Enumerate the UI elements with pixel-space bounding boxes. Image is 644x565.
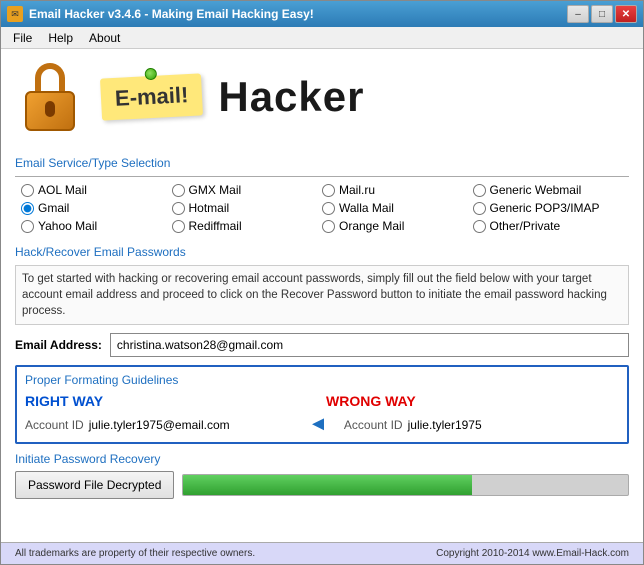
- format-row: RIGHT WAY WRONG WAY: [25, 393, 619, 409]
- service-section: Email Service/Type Selection AOL Mail GM…: [15, 150, 629, 239]
- window-title: Email Hacker v3.4.6 - Making Email Hacki…: [29, 7, 314, 21]
- radio-walla[interactable]: Walla Mail: [322, 201, 473, 215]
- email-note: E-mail!: [100, 73, 203, 120]
- padlock-container: [15, 59, 85, 134]
- format-wrong-way: WRONG WAY: [326, 393, 619, 409]
- radio-other[interactable]: Other/Private: [473, 219, 624, 233]
- decrypt-button[interactable]: Password File Decrypted: [15, 471, 174, 499]
- progress-bar-fill: [183, 475, 472, 495]
- format-section-header: Proper Formating Guidelines: [25, 373, 619, 387]
- menu-help[interactable]: Help: [40, 29, 81, 47]
- progress-bar-container: [182, 474, 629, 496]
- footer-trademark: All trademarks are property of their res…: [15, 548, 255, 559]
- wrong-account-label: Account ID: [344, 418, 403, 432]
- right-account-label: Account ID: [25, 418, 84, 432]
- padlock-icon: [21, 63, 79, 131]
- service-radio-group: AOL Mail GMX Mail Mail.ru Generic Webmai…: [15, 183, 629, 233]
- main-content: E-mail! Hacker Email Service/Type Select…: [1, 49, 643, 542]
- progress-section: Initiate Password Recovery Password File…: [15, 452, 629, 507]
- wrong-account-value: julie.tyler1975: [408, 418, 482, 432]
- radio-gmail[interactable]: Gmail: [21, 201, 172, 215]
- title-bar: ✉ Email Hacker v3.4.6 - Making Email Hac…: [1, 1, 643, 27]
- header-area: E-mail! Hacker: [15, 59, 629, 140]
- progress-row: Password File Decrypted: [15, 471, 629, 499]
- menu-file[interactable]: File: [5, 29, 40, 47]
- hack-section: Hack/Recover Email Passwords To get star…: [15, 239, 629, 333]
- format-example-row: Account ID julie.tyler1975@email.com ◄ A…: [25, 413, 619, 436]
- window-controls: – □ ✕: [567, 5, 637, 23]
- hack-description: To get started with hacking or recoverin…: [15, 265, 629, 325]
- app-icon: ✉: [7, 6, 23, 22]
- email-input[interactable]: [110, 333, 629, 357]
- right-way-label: RIGHT WAY: [25, 393, 103, 409]
- menu-bar: File Help About: [1, 27, 643, 49]
- format-right-way: RIGHT WAY: [25, 393, 318, 409]
- hack-section-header: Hack/Recover Email Passwords: [15, 245, 629, 259]
- note-pin: [144, 67, 157, 80]
- app-window: ✉ Email Hacker v3.4.6 - Making Email Hac…: [0, 0, 644, 565]
- arrow-icon: ◄: [308, 413, 328, 436]
- format-section: Proper Formating Guidelines RIGHT WAY WR…: [15, 365, 629, 444]
- minimize-button[interactable]: –: [567, 5, 589, 23]
- right-account-value: julie.tyler1975@email.com: [89, 418, 230, 432]
- radio-rediffmail[interactable]: Rediffmail: [172, 219, 323, 233]
- radio-hotmail[interactable]: Hotmail: [172, 201, 323, 215]
- radio-pop3[interactable]: Generic POP3/IMAP: [473, 201, 624, 215]
- radio-yahoo[interactable]: Yahoo Mail: [21, 219, 172, 233]
- radio-aol[interactable]: AOL Mail: [21, 183, 172, 197]
- footer: All trademarks are property of their res…: [1, 542, 643, 564]
- menu-about[interactable]: About: [81, 29, 128, 47]
- footer-copyright: Copyright 2010-2014 www.Email-Hack.com: [436, 548, 629, 559]
- radio-gmx[interactable]: GMX Mail: [172, 183, 323, 197]
- radio-orange[interactable]: Orange Mail: [322, 219, 473, 233]
- radio-generic-webmail[interactable]: Generic Webmail: [473, 183, 624, 197]
- maximize-button[interactable]: □: [591, 5, 613, 23]
- progress-section-header: Initiate Password Recovery: [15, 452, 629, 466]
- hacker-title: Hacker: [218, 73, 364, 121]
- email-label: Email Address:: [15, 338, 102, 352]
- radio-mailru[interactable]: Mail.ru: [322, 183, 473, 197]
- wrong-way-label: WRONG WAY: [326, 393, 416, 409]
- close-button[interactable]: ✕: [615, 5, 637, 23]
- service-section-header: Email Service/Type Selection: [15, 156, 629, 170]
- email-row: Email Address:: [15, 333, 629, 357]
